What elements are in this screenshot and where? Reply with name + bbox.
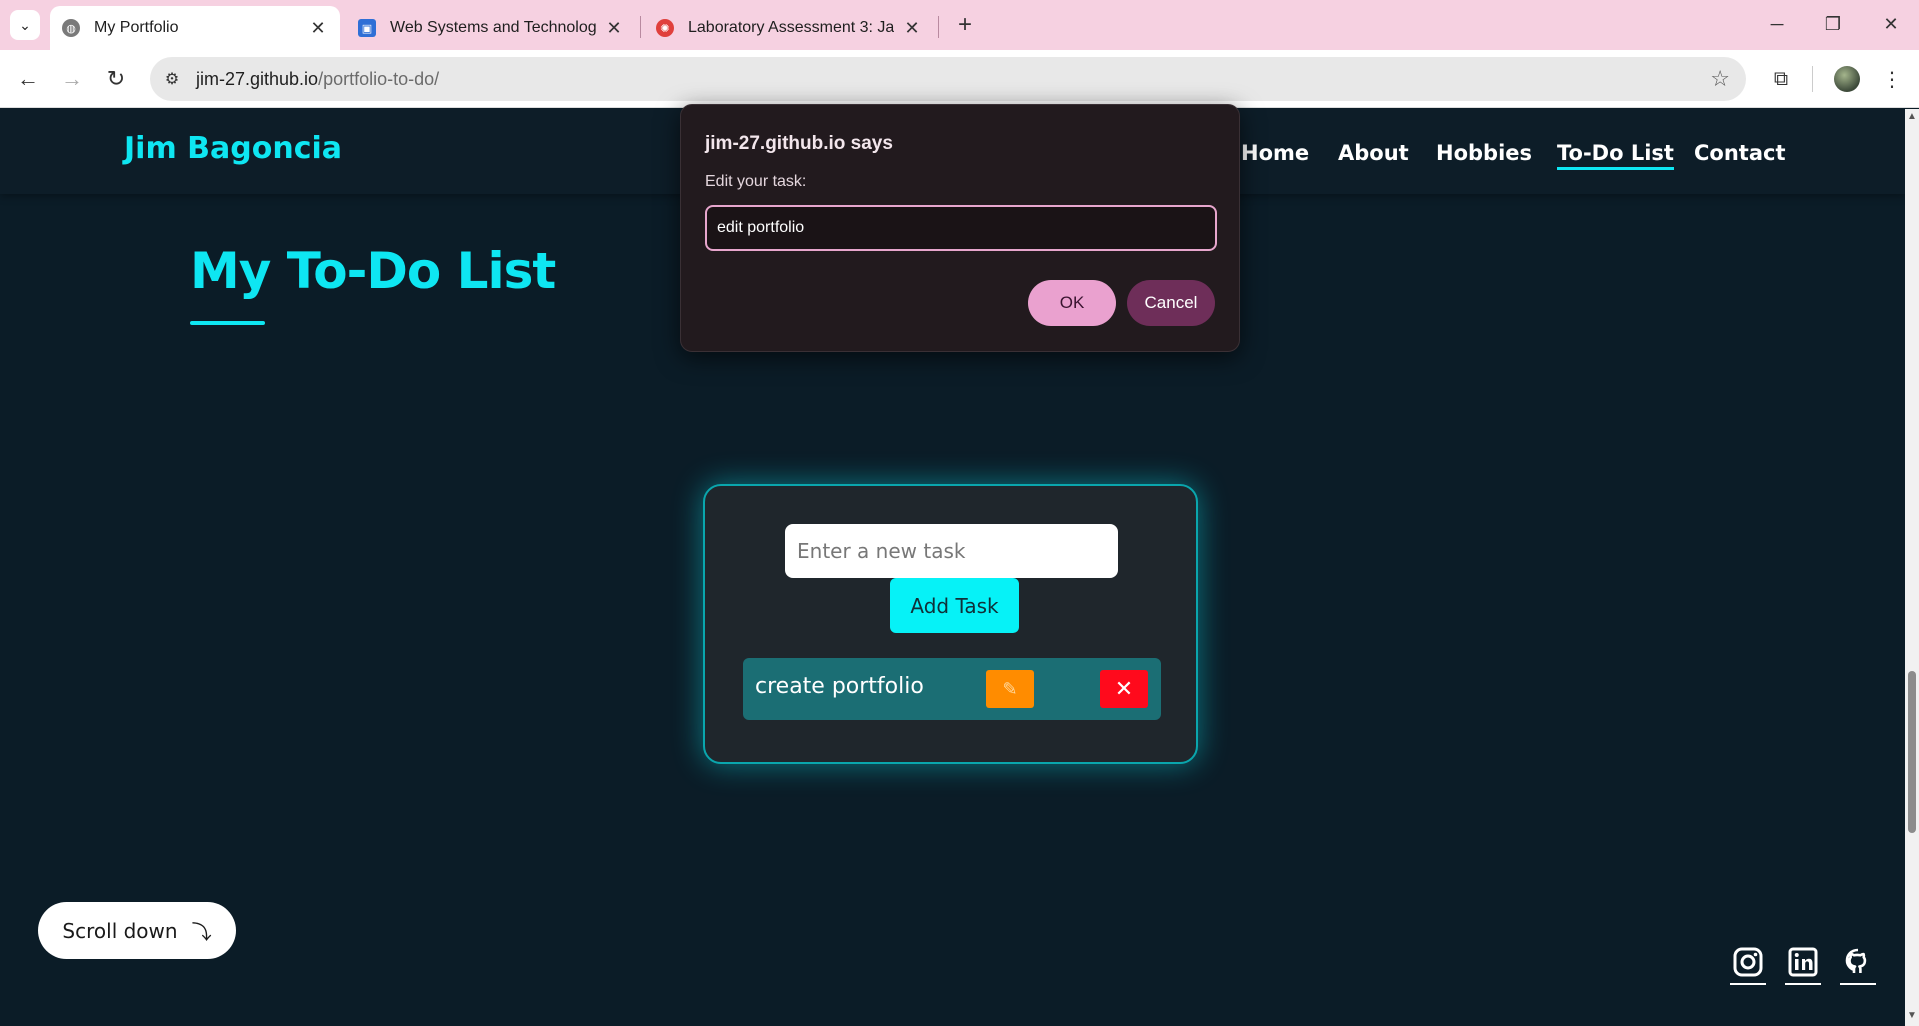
url-host: jim-27.github.io [196,69,319,89]
arrow-right-icon: → [61,66,83,91]
title-underline [190,321,265,325]
task-item: create portfolio ✎ ✕ [743,658,1161,720]
tab-title: Laboratory Assessment 3: JavaS [688,19,894,36]
minimize-icon: ─ [1770,13,1784,34]
scrollbar-thumb[interactable] [1908,671,1916,833]
task-text: create portfolio [755,674,924,699]
tab-my-portfolio[interactable]: ◍ My Portfolio ✕ [50,6,340,50]
linkedin-underline [1785,983,1821,985]
dialog-message: Edit your task: [705,173,807,190]
scroll-down-arrow-icon[interactable]: ▼ [1905,1010,1919,1024]
tab-search-button[interactable]: ⌄ [10,10,40,40]
chevron-down-icon: ⌄ [19,16,31,33]
restore-icon: ❐ [1824,13,1842,34]
url-text: jim-27.github.io/portfolio-to-do/ [196,69,439,90]
arrow-down-icon: ⤵ [191,920,212,944]
instagram-icon[interactable] [1730,944,1766,980]
instagram-underline [1730,983,1766,985]
arrow-left-icon: ← [17,66,39,91]
nav-about[interactable]: About [1338,141,1409,165]
todo-card: Add Task create portfolio ✎ ✕ [703,484,1198,764]
prompt-dialog: jim-27.github.io says Edit your task: OK… [680,104,1240,352]
tab-web-systems[interactable]: ▣ Web Systems and Technologies ✕ [346,6,636,50]
nav-home[interactable]: Home [1241,141,1309,165]
toolbar-divider [1812,66,1813,92]
close-icon: ✕ [1114,676,1134,701]
nav-hobbies[interactable]: Hobbies [1436,141,1532,165]
dialog-ok-button[interactable]: OK [1028,280,1116,326]
more-vert-icon: ⋮ [1882,68,1902,91]
nav-to-do-list[interactable]: To-Do List [1557,141,1674,170]
back-button[interactable]: ← [12,63,44,95]
address-bar[interactable]: ⚙ jim-27.github.io/portfolio-to-do/ ☆ [150,57,1746,101]
puzzle-icon: ⧉ [1773,67,1789,90]
github-icon[interactable] [1840,944,1876,980]
forward-button[interactable]: → [56,63,88,95]
scroll-up-arrow-icon[interactable]: ▲ [1905,111,1919,125]
site-settings-icon[interactable]: ⚙ [160,67,184,91]
profile-avatar[interactable] [1834,66,1860,92]
dialog-title: jim-27.github.io says [705,133,893,154]
task-input[interactable] [785,524,1118,578]
close-window-button[interactable]: ✕ [1871,6,1911,42]
reload-icon: ↻ [106,66,126,91]
restore-button[interactable]: ❐ [1813,6,1853,42]
add-task-button[interactable]: Add Task [890,578,1019,633]
edit-task-button[interactable]: ✎ [986,670,1034,708]
delete-task-button[interactable]: ✕ [1100,670,1148,708]
linkedin-icon[interactable] [1785,944,1821,980]
canvas-icon: ✺ [656,19,674,37]
extensions-button[interactable]: ⧉ [1765,63,1797,95]
page-scrollbar[interactable]: ▲ ▼ [1905,109,1919,1026]
globe-icon: ◍ [62,19,80,37]
site-logo[interactable]: Jim Bagoncia [124,131,342,166]
browser-toolbar: ← → ↻ ⚙ jim-27.github.io/portfolio-to-do… [0,50,1919,108]
scroll-down-label: Scroll down [62,918,178,943]
close-icon: ✕ [1883,13,1899,34]
minimize-button[interactable]: ─ [1757,6,1797,42]
close-tab-icon[interactable]: ✕ [604,18,624,39]
tab-title: My Portfolio [94,19,179,36]
tab-title: Web Systems and Technologies [390,19,596,36]
bookmark-star-icon[interactable]: ☆ [1710,66,1730,92]
close-tab-icon[interactable]: ✕ [902,18,922,39]
classroom-icon: ▣ [358,19,376,37]
github-underline [1840,983,1876,985]
plus-icon: + [957,11,972,38]
close-tab-icon[interactable]: ✕ [308,18,328,39]
page-title: My To-Do List [190,242,556,300]
new-tab-button[interactable]: + [950,10,980,40]
reload-button[interactable]: ↻ [100,63,132,95]
scroll-down-button[interactable]: Scroll down ⤵ [38,902,236,959]
browser-menu-button[interactable]: ⋮ [1876,63,1908,95]
tab-lab-assessment[interactable]: ✺ Laboratory Assessment 3: JavaS ✕ [644,6,934,50]
pencil-icon: ✎ [1002,678,1018,699]
tab-separator [938,16,939,38]
tab-strip: ⌄ ◍ My Portfolio ✕ ▣ Web Systems and Tec… [0,0,1919,50]
dialog-cancel-button[interactable]: Cancel [1127,280,1215,326]
tab-separator [640,16,641,38]
url-path: /portfolio-to-do/ [318,69,440,89]
dialog-input[interactable] [705,205,1217,251]
nav-contact[interactable]: Contact [1694,141,1786,165]
